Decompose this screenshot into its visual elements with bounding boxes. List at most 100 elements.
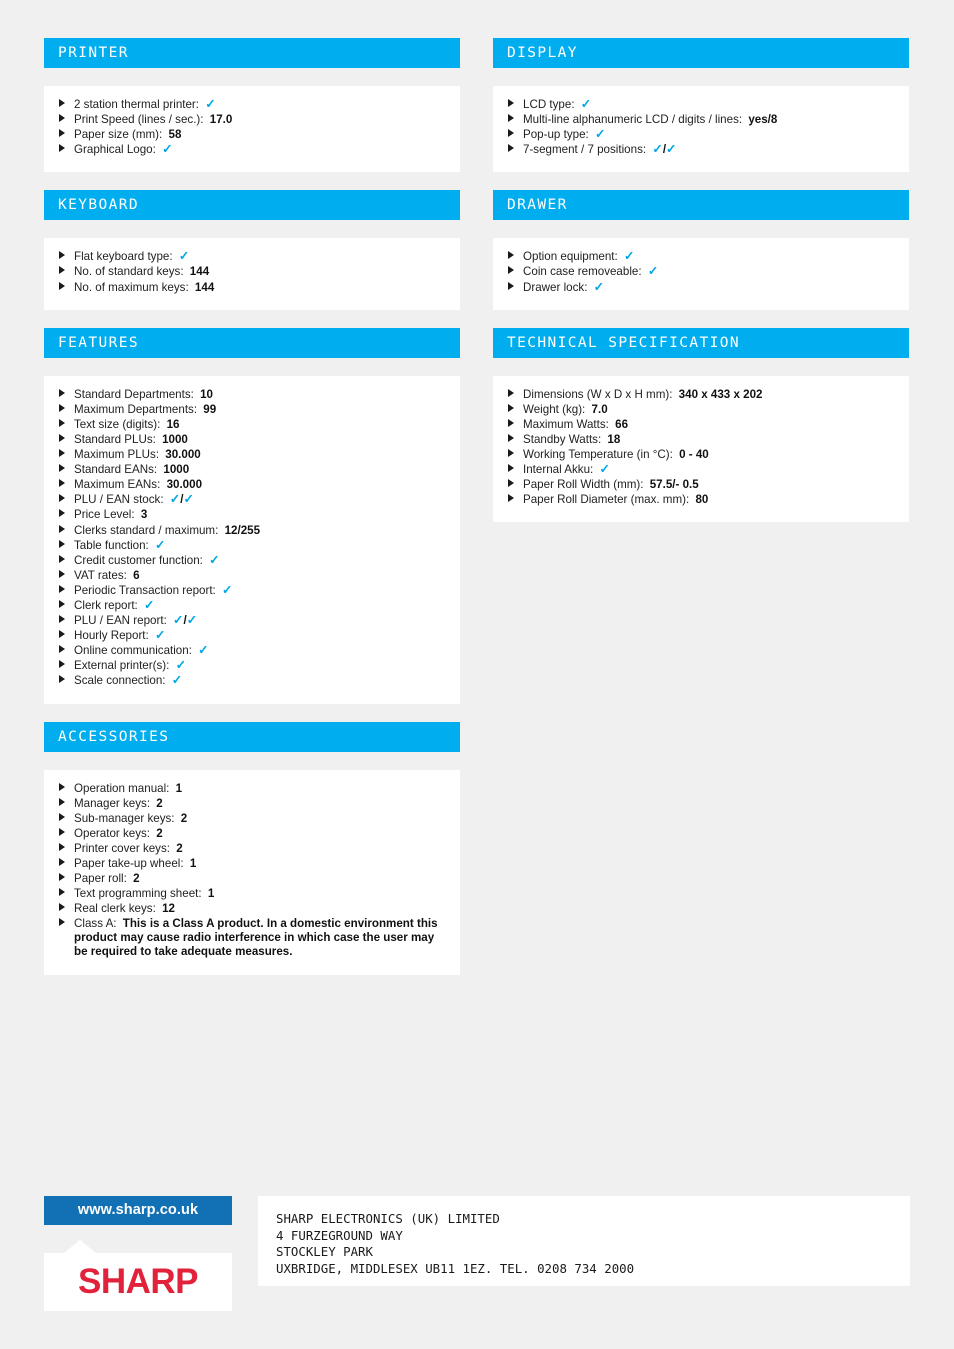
spec-label: 2 station thermal printer:: [74, 98, 200, 111]
triangle-bullet-icon: [59, 554, 65, 563]
section-accessories: ACCESSORIES Operation manual: 1 Manager k…: [44, 721, 460, 975]
triangle-bullet-icon: [59, 388, 65, 397]
triangle-bullet-icon: [59, 99, 65, 107]
spec-value: 7.0: [591, 402, 608, 416]
address-line: STOCKLEY PARK: [276, 1244, 373, 1260]
spec-label: Graphical Logo:: [74, 143, 156, 157]
spec-label: Internal Akku:: [523, 463, 594, 477]
spec-value: ✓: [144, 597, 155, 612]
spec-value: 144: [189, 265, 210, 279]
triangle-bullet-icon: [508, 129, 514, 138]
page-footer: www.sharp.co.uk SHARP SHARP ELECTRONICS …: [0, 1185, 954, 1325]
spec-row: Clerks standard / maximum: 12/255: [58, 524, 446, 538]
spec-label: LCD type:: [523, 98, 575, 111]
spec-label: 7-segment / 7 positions:: [523, 143, 647, 157]
spec-value: 1000: [163, 463, 190, 477]
spec-row: No. of standard keys: 144: [58, 265, 446, 279]
spec-row: Coin case removeable: ✓: [507, 265, 895, 279]
spec-row: PLU / EAN stock: ✓/✓: [58, 493, 446, 507]
spec-value: ✓: [155, 628, 165, 642]
spec-label: Drawer lock:: [523, 280, 588, 294]
spec-label: Operation manual:: [74, 781, 170, 795]
spec-row: Paper Roll Width (mm): 57.5/- 0.5: [507, 478, 895, 492]
spec-label: Manager keys:: [74, 796, 151, 810]
triangle-bullet-icon: [59, 281, 65, 290]
spec-value: ✓/✓: [170, 492, 194, 507]
spec-value: 2: [156, 826, 163, 840]
triangle-bullet-icon: [59, 675, 65, 684]
spec-row: Credit customer function: ✓: [58, 553, 446, 568]
spec-value: 0 - 40: [679, 448, 709, 462]
spec-row: Printer cover keys: 2: [58, 842, 446, 856]
spec-label: Periodic Transaction report:: [74, 583, 216, 597]
spec-row: Print Speed (lines / sec.): 17.0: [58, 113, 446, 127]
check-icon: ✓: [155, 537, 166, 552]
value-separator: /: [237, 523, 241, 537]
sharp-logo-text: SHARP: [77, 1262, 199, 1301]
spec-row: Weight (kg): 7.0: [507, 403, 895, 417]
triangle-bullet-icon: [508, 266, 514, 275]
triangle-bullet-icon: [59, 479, 65, 488]
spec-row: Periodic Transaction report: ✓: [58, 582, 446, 598]
spec-row: Paper Roll Diameter (max. mm): 80: [507, 493, 895, 507]
section-body-accessories: Operation manual: 1 Manager keys: 2 Sub-ma…: [44, 769, 460, 975]
triangle-bullet-icon: [508, 494, 514, 503]
triangle-bullet-icon: [59, 539, 65, 548]
spec-sheet: PRINTER 2 station thermal printer: ✓ Prin…: [0, 0, 954, 1349]
spec-row: Table function: ✓: [58, 537, 446, 553]
spec-label: Clerk report:: [74, 598, 138, 612]
spec-label: VAT rates:: [74, 568, 127, 582]
check-icon: ✓: [183, 492, 194, 507]
spec-label: Maximum Watts:: [523, 417, 609, 431]
spec-value: 30.000: [166, 478, 203, 492]
triangle-bullet-icon: [59, 873, 65, 882]
check-icon: ✓: [666, 142, 677, 157]
section-drawer: DRAWER Option equipment: ✓ Coin case remo…: [493, 190, 909, 310]
check-icon: ✓: [205, 97, 216, 111]
spec-row: Maximum EANs: 30.000: [58, 478, 446, 492]
spec-value: ✓: [179, 250, 189, 264]
section-title-drawer: DRAWER: [507, 197, 568, 214]
spec-label: Standard Departments:: [74, 387, 194, 401]
spec-label: Weight (kg):: [523, 402, 586, 416]
check-icon: ✓: [222, 582, 233, 597]
spec-label: Maximum Departments:: [74, 402, 198, 416]
spec-label: Table function:: [74, 538, 149, 552]
spec-row: Maximum Watts: 66: [507, 418, 895, 432]
section-body-technical-specification: Dimensions (W x D x H mm): 340 x 433 x 2…: [493, 375, 909, 523]
spec-label: Text programming sheet:: [74, 887, 202, 901]
website-badge[interactable]: www.sharp.co.uk: [44, 1196, 232, 1225]
spec-value: 3: [140, 508, 148, 522]
section-header-display: DISPLAY: [493, 38, 909, 68]
spec-row: Flat keyboard type: ✓: [58, 250, 446, 264]
spec-value: 16: [166, 417, 180, 431]
section-display: DISPLAY LCD type: ✓ Multi-line alphanumer…: [493, 38, 909, 173]
triangle-bullet-icon: [508, 99, 514, 107]
spec-row: Paper roll: 2: [58, 872, 446, 886]
spec-row: Dimensions (W x D x H mm): 340 x 433 x 2…: [507, 388, 895, 402]
section-title-features: FEATURES: [58, 334, 140, 351]
spec-label: Scale connection:: [74, 674, 166, 688]
spec-row: Standby Watts: 18: [507, 433, 895, 447]
spec-row: Graphical Logo: ✓: [58, 142, 446, 157]
triangle-bullet-icon: [59, 615, 65, 624]
check-icon: ✓: [173, 613, 184, 628]
spec-value: ✓: [198, 643, 208, 657]
spec-label: Standard EANs:: [74, 463, 158, 477]
spec-label: Sub-manager keys:: [74, 811, 175, 825]
spec-label: Text size (digits):: [74, 417, 161, 431]
spec-value: 58: [168, 128, 182, 142]
section-title-accessories: ACCESSORIES: [58, 728, 170, 745]
address-line: SHARP ELECTRONICS (UK) LIMITED: [276, 1211, 500, 1226]
check-icon: ✓: [144, 597, 155, 612]
triangle-bullet-icon: [59, 464, 65, 473]
section-title-technical-specification: TECHNICAL SPECIFICATION: [507, 334, 740, 351]
section-printer: PRINTER 2 station thermal printer: ✓ Prin…: [44, 38, 460, 173]
triangle-bullet-icon: [59, 645, 65, 654]
spec-label: PLU / EAN report:: [74, 614, 167, 628]
spec-label: Multi-line alphanumeric LCD / digits / l…: [523, 113, 743, 127]
check-icon: ✓: [593, 279, 605, 294]
triangle-bullet-icon: [508, 251, 514, 260]
spec-value: 30.000: [165, 448, 201, 462]
spec-label: Operator keys:: [74, 826, 151, 840]
